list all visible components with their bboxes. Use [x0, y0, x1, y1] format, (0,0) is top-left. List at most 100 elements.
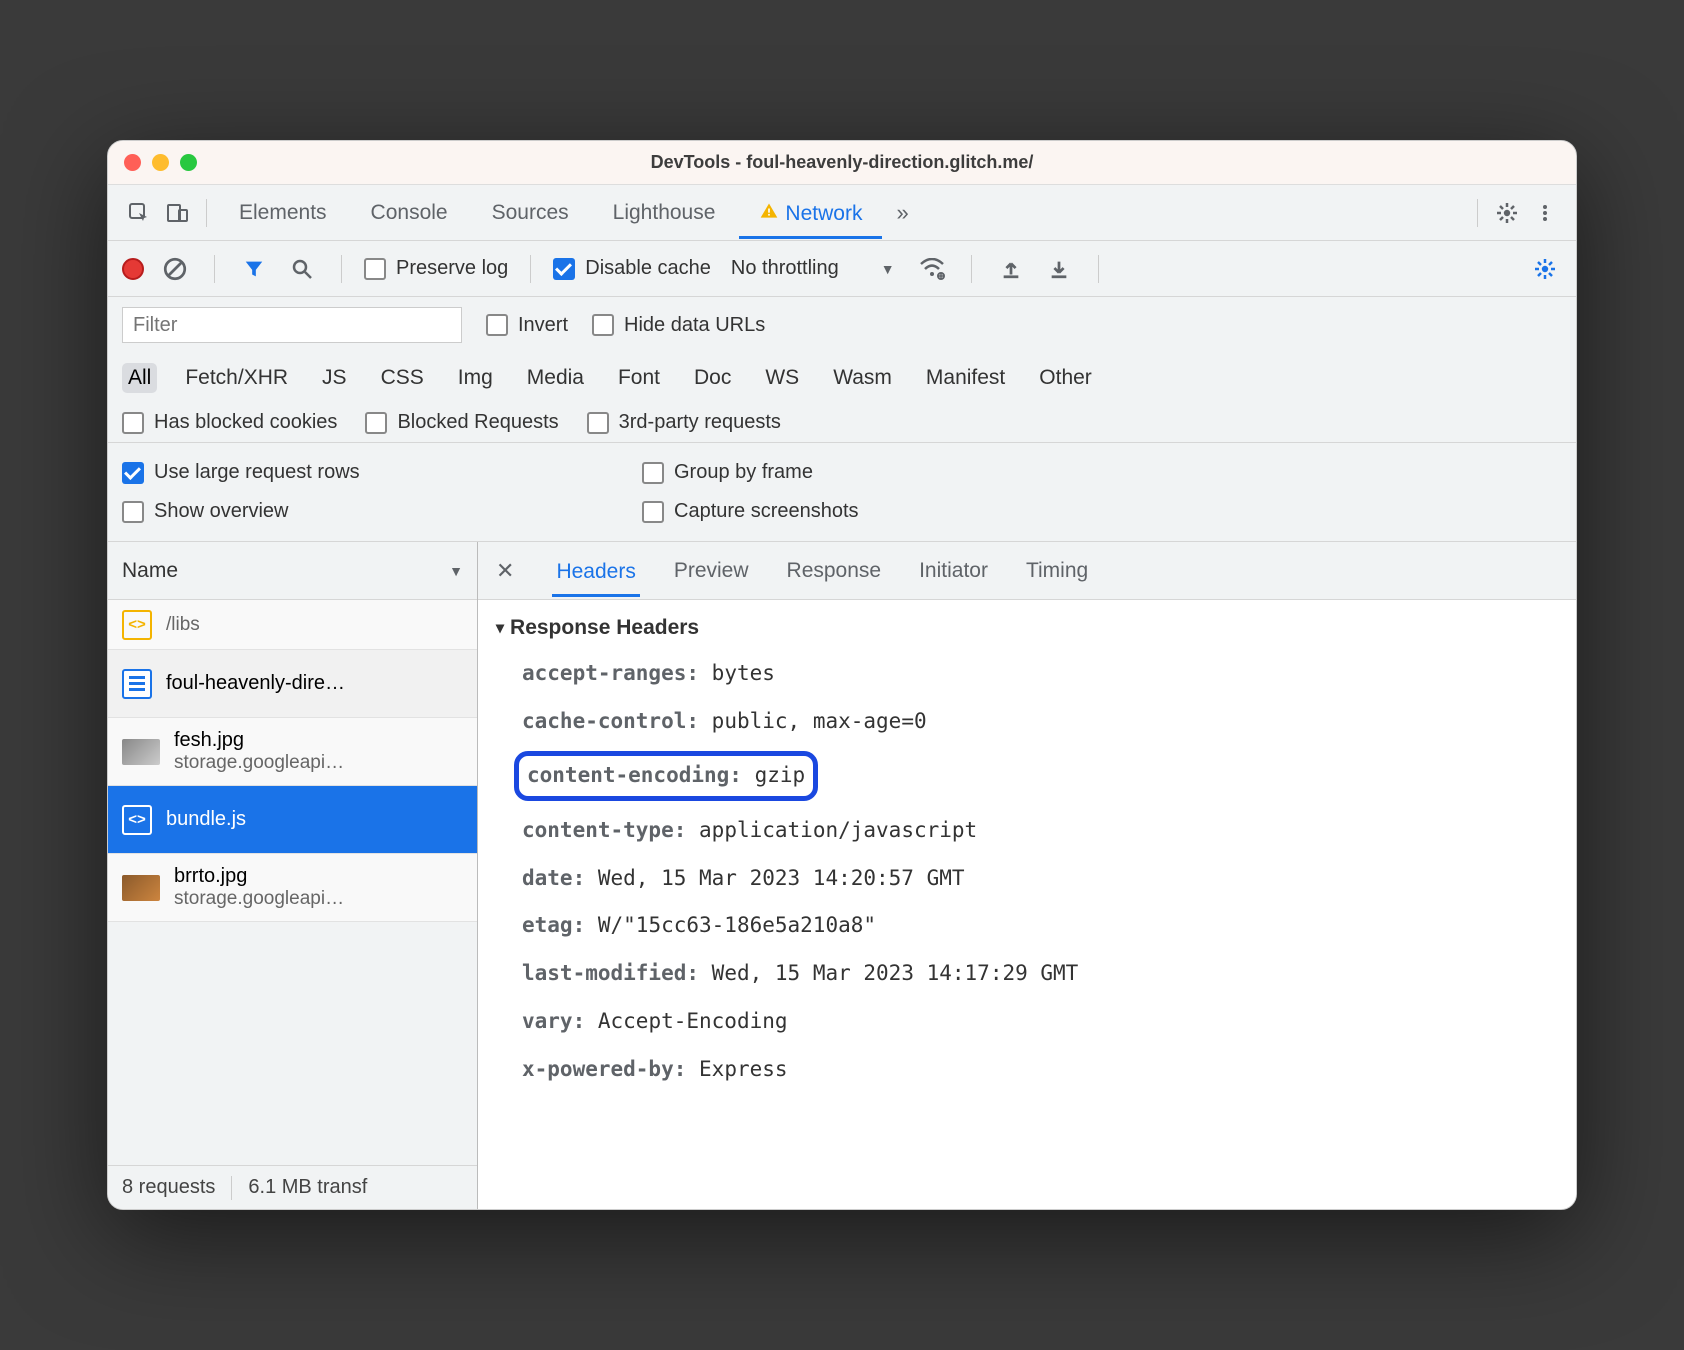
request-list-header[interactable]: Name ▼: [108, 542, 477, 600]
type-chip-manifest[interactable]: Manifest: [920, 363, 1011, 393]
use-large-rows-label: Use large request rows: [154, 461, 360, 484]
blocked-requests-checkbox[interactable]: Blocked Requests: [365, 411, 558, 434]
device-toggle-icon[interactable]: [160, 196, 194, 230]
request-list-status: 8 requests 6.1 MB transf: [108, 1165, 477, 1209]
tab-network-label: Network: [785, 202, 862, 226]
image-thumb-icon: [122, 739, 160, 765]
use-large-rows-checkbox[interactable]: Use large request rows: [122, 453, 642, 492]
request-row-selected[interactable]: <> bundle.js: [108, 786, 477, 854]
network-toolbar: Preserve log Disable cache No throttling…: [108, 241, 1576, 297]
header-row: content-encoding: gzip: [496, 745, 1558, 807]
request-path: /libs: [166, 614, 200, 636]
tab-sources[interactable]: Sources: [472, 189, 589, 237]
highlighted-header: content-encoding: gzip: [514, 751, 818, 801]
request-details: ✕ Headers Preview Response Initiator Tim…: [478, 542, 1576, 1209]
main-split: Name ▼ <> /libs foul-heavenly-dire…: [108, 542, 1576, 1209]
request-row[interactable]: fesh.jpg storage.googleapi…: [108, 718, 477, 786]
throttling-label: No throttling: [731, 257, 839, 280]
settings-gear-icon[interactable]: [1490, 196, 1524, 230]
type-chip-js[interactable]: JS: [316, 363, 353, 393]
type-chip-doc[interactable]: Doc: [688, 363, 737, 393]
type-chip-img[interactable]: Img: [452, 363, 499, 393]
tab-lighthouse[interactable]: Lighthouse: [593, 189, 736, 237]
preserve-log-label: Preserve log: [396, 257, 508, 280]
window-title: DevTools - foul-heavenly-direction.glitc…: [108, 152, 1576, 173]
devtools-window: DevTools - foul-heavenly-direction.glitc…: [107, 140, 1577, 1210]
third-party-checkbox[interactable]: 3rd-party requests: [587, 411, 781, 434]
throttling-select[interactable]: No throttling ▼: [725, 257, 901, 280]
detail-tabs: ✕ Headers Preview Response Initiator Tim…: [478, 542, 1576, 600]
kebab-menu-icon[interactable]: [1528, 196, 1562, 230]
close-window-button[interactable]: [124, 154, 141, 171]
filter-funnel-icon[interactable]: [237, 252, 271, 286]
header-row: last-modified: Wed, 15 Mar 2023 14:17:29…: [496, 950, 1558, 998]
group-by-frame-checkbox[interactable]: Group by frame: [642, 453, 1562, 492]
record-button[interactable]: [122, 258, 144, 280]
type-chip-css[interactable]: CSS: [375, 363, 430, 393]
minimize-window-button[interactable]: [152, 154, 169, 171]
type-chip-other[interactable]: Other: [1033, 363, 1098, 393]
download-har-icon[interactable]: [1042, 252, 1076, 286]
header-row: date: Wed, 15 Mar 2023 14:20:57 GMT: [496, 855, 1558, 903]
script-icon: <>: [122, 805, 152, 835]
hide-data-urls-checkbox[interactable]: Hide data URLs: [592, 314, 765, 337]
type-chip-ws[interactable]: WS: [759, 363, 805, 393]
response-headers-section[interactable]: Response Headers: [496, 610, 1558, 650]
header-row: x-powered-by: Express: [496, 1046, 1558, 1094]
tab-elements[interactable]: Elements: [219, 189, 347, 237]
has-blocked-cookies-checkbox[interactable]: Has blocked cookies: [122, 411, 337, 434]
hide-data-urls-label: Hide data URLs: [624, 314, 765, 337]
clear-icon[interactable]: [158, 252, 192, 286]
network-settings-gear-icon[interactable]: [1528, 252, 1562, 286]
preserve-log-checkbox[interactable]: Preserve log: [364, 257, 508, 280]
type-chip-font[interactable]: Font: [612, 363, 666, 393]
close-details-icon[interactable]: ✕: [488, 552, 522, 590]
type-chip-fetch[interactable]: Fetch/XHR: [179, 363, 294, 393]
divider: [530, 255, 531, 283]
third-party-label: 3rd-party requests: [619, 411, 781, 434]
invert-label: Invert: [518, 314, 568, 337]
maximize-window-button[interactable]: [180, 154, 197, 171]
show-overview-label: Show overview: [154, 500, 289, 523]
inspect-icon[interactable]: [122, 196, 156, 230]
search-icon[interactable]: [285, 252, 319, 286]
request-row[interactable]: brrto.jpg storage.googleapi…: [108, 854, 477, 922]
tab-console[interactable]: Console: [351, 189, 468, 237]
detail-tab-preview[interactable]: Preview: [670, 546, 753, 596]
detail-tab-response[interactable]: Response: [783, 546, 886, 596]
header-row: content-type: application/javascript: [496, 807, 1558, 855]
upload-har-icon[interactable]: [994, 252, 1028, 286]
transfer-size: 6.1 MB transf: [248, 1176, 367, 1199]
header-row: accept-ranges: bytes: [496, 650, 1558, 698]
capture-screenshots-checkbox[interactable]: Capture screenshots: [642, 492, 1562, 531]
blocked-requests-label: Blocked Requests: [397, 411, 558, 434]
invert-checkbox[interactable]: Invert: [486, 314, 568, 337]
type-chip-all[interactable]: All: [122, 363, 157, 393]
disable-cache-checkbox[interactable]: Disable cache: [553, 257, 711, 280]
request-name: foul-heavenly-dire…: [166, 672, 345, 695]
resource-type-filter: All Fetch/XHR JS CSS Img Media Font Doc …: [108, 353, 1576, 403]
detail-tab-timing[interactable]: Timing: [1022, 546, 1092, 596]
group-by-frame-label: Group by frame: [674, 461, 813, 484]
header-row: cache-control: public, max-age=0: [496, 698, 1558, 746]
type-chip-wasm[interactable]: Wasm: [827, 363, 898, 393]
divider: [341, 255, 342, 283]
divider: [206, 199, 207, 227]
more-tabs-icon[interactable]: »: [886, 200, 918, 226]
tab-network[interactable]: Network: [739, 189, 882, 239]
request-name: bundle.js: [166, 808, 246, 831]
detail-tab-headers[interactable]: Headers: [552, 547, 639, 597]
request-path: storage.googleapi…: [174, 752, 344, 774]
detail-tab-initiator[interactable]: Initiator: [915, 546, 992, 596]
show-overview-checkbox[interactable]: Show overview: [122, 492, 642, 531]
request-row[interactable]: <> /libs: [108, 600, 477, 650]
request-list: <> /libs foul-heavenly-dire… fesh.jpg s: [108, 600, 477, 1165]
request-row[interactable]: foul-heavenly-dire…: [108, 650, 477, 718]
type-chip-media[interactable]: Media: [521, 363, 590, 393]
filter-input[interactable]: [122, 307, 462, 343]
request-name: brrto.jpg: [174, 865, 344, 888]
headers-content: Response Headers accept-ranges: bytescac…: [478, 600, 1576, 1209]
filter-checkboxes: Has blocked cookies Blocked Requests 3rd…: [108, 403, 1576, 442]
network-conditions-icon[interactable]: [915, 252, 949, 286]
section-title-label: Response Headers: [510, 616, 699, 640]
